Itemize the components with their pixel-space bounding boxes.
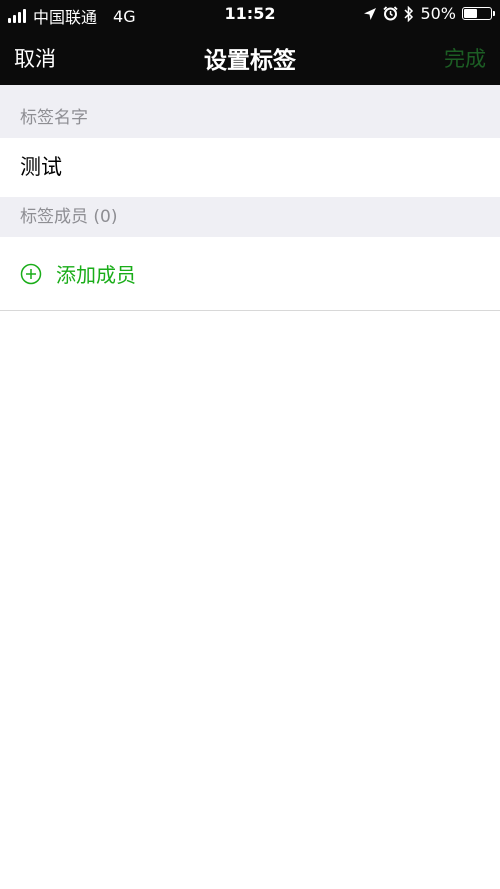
navigation-bar: 取消 设置标签 完成 bbox=[0, 28, 500, 85]
bluetooth-icon bbox=[404, 5, 414, 22]
tag-members-section-header: 标签成员 (0) bbox=[0, 197, 500, 237]
add-member-label: 添加成员 bbox=[56, 263, 136, 287]
tag-name-field[interactable]: 测试 bbox=[0, 138, 500, 197]
top-bar: 中国联通 4G 11:52 50% 取消 设置标签 完成 bbox=[0, 0, 500, 85]
alarm-clock-icon bbox=[383, 6, 399, 21]
location-arrow-icon bbox=[364, 7, 377, 20]
status-bar: 中国联通 4G 11:52 50% bbox=[0, 0, 500, 28]
plus-circle-icon bbox=[20, 263, 42, 284]
cancel-button[interactable]: 取消 bbox=[14, 43, 56, 73]
tag-name-section-header: 标签名字 bbox=[0, 85, 500, 138]
add-member-button[interactable]: 添加成员 bbox=[0, 237, 500, 311]
battery-percent: 50% bbox=[420, 4, 456, 23]
page-title: 设置标签 bbox=[204, 48, 296, 74]
battery-icon bbox=[462, 7, 495, 20]
done-button[interactable]: 完成 bbox=[444, 43, 486, 73]
battery-fill bbox=[464, 9, 477, 18]
status-right: 50% bbox=[363, 4, 495, 23]
